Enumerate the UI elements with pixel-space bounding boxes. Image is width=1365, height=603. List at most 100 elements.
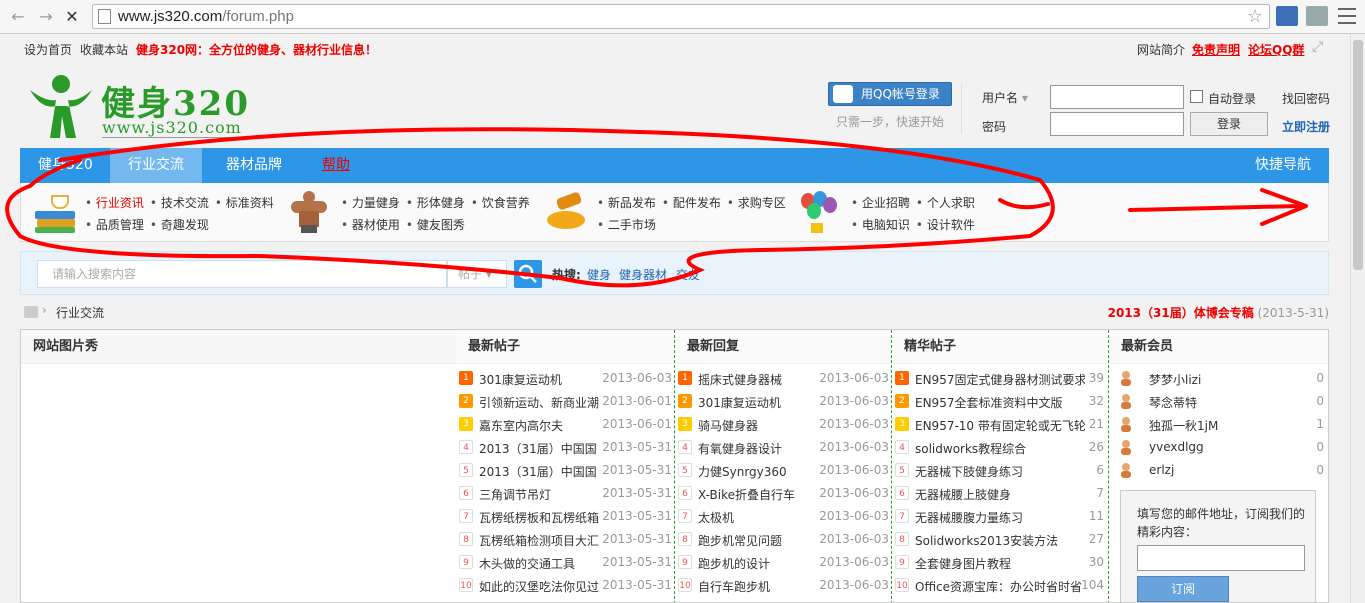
breadcrumb-current[interactable]: 行业交流 xyxy=(56,304,104,321)
stop-icon[interactable]: ✕ xyxy=(62,7,82,27)
list-item[interactable]: 10 Office资源宝库：办公时省时省 104 xyxy=(892,574,1108,597)
subnav-link[interactable]: 个人求职 xyxy=(916,196,975,210)
member-item[interactable]: erlzj 0 xyxy=(1109,459,1328,482)
username-input[interactable] xyxy=(1050,85,1184,109)
subnav-link[interactable]: 新品发布 xyxy=(597,196,656,210)
list-item[interactable]: 10 自行车跑步机 2013-06-03 xyxy=(675,574,891,597)
nav-help[interactable]: 帮助 xyxy=(304,148,368,183)
subnav-link[interactable]: 奇趣发现 xyxy=(150,218,209,232)
quick-nav[interactable]: 快捷导航 xyxy=(1255,148,1311,183)
item-title[interactable]: 骑马健身器 xyxy=(698,417,822,434)
item-title[interactable]: 2013（31届）中国国 xyxy=(479,440,603,457)
subnav-link[interactable]: 标准资料 xyxy=(215,196,274,210)
item-title[interactable]: 木头做的交通工具 xyxy=(479,555,603,572)
item-title[interactable]: 瓦楞纸楞板和瓦楞纸箱 xyxy=(479,509,603,526)
item-title[interactable]: 301康复运动机 xyxy=(479,371,603,388)
translate-icon[interactable] xyxy=(1306,6,1328,26)
member-name[interactable]: yvexdlgg xyxy=(1149,440,1204,454)
nav-home[interactable]: 健身320 xyxy=(20,148,111,183)
item-title[interactable]: 如此的汉堡吃法你见过 xyxy=(479,578,603,595)
item-title[interactable]: 无器械下肢健身练习 xyxy=(915,463,1085,480)
list-item[interactable]: 7 瓦楞纸楞板和瓦楞纸箱 2013-05-31 xyxy=(456,505,674,528)
item-title[interactable]: 力健Synrgy360 xyxy=(698,463,822,480)
subnav-link[interactable]: 电脑知识 xyxy=(851,218,910,232)
list-item[interactable]: 4 solidworks教程综合 26 xyxy=(892,436,1108,459)
back-icon[interactable]: ← xyxy=(8,7,28,27)
disclaimer-link[interactable]: 免责声明 xyxy=(1192,41,1240,58)
list-item[interactable]: 4 有氧健身器设计 2013-06-03 xyxy=(675,436,891,459)
item-title[interactable]: 全套健身图片教程 xyxy=(915,555,1085,572)
item-title[interactable]: X-Bike折叠自行车 xyxy=(698,486,822,503)
subnav-link[interactable]: 企业招聘 xyxy=(851,196,910,210)
item-title[interactable]: EN957固定式健身器材测试要求 xyxy=(915,371,1085,388)
list-item[interactable]: 8 瓦楞纸箱检测项目大汇 2013-05-31 xyxy=(456,528,674,551)
search-button[interactable] xyxy=(514,260,542,288)
list-item[interactable]: 5 力健Synrgy360 2013-06-03 xyxy=(675,459,891,482)
set-home-link[interactable]: 设为首页 xyxy=(24,41,72,58)
item-title[interactable]: 瓦楞纸箱检测项目大汇 xyxy=(479,532,603,549)
list-item[interactable]: 10 如此的汉堡吃法你见过 2013-05-31 xyxy=(456,574,674,597)
subscribe-button[interactable]: 订阅 xyxy=(1137,576,1229,602)
list-item[interactable]: 5 无器械下肢健身练习 6 xyxy=(892,459,1108,482)
list-item[interactable]: 6 X-Bike折叠自行车 2013-06-03 xyxy=(675,482,891,505)
item-title[interactable]: 2013（31届）中国国 xyxy=(479,463,603,480)
hot-search-link[interactable]: 交友 xyxy=(676,266,700,283)
list-item[interactable]: 1 EN957固定式健身器材测试要求 39 xyxy=(892,367,1108,390)
list-item[interactable]: 2 301康复运动机 2013-06-03 xyxy=(675,390,891,413)
list-item[interactable]: 1 摇床式健身器械 2013-06-03 xyxy=(675,367,891,390)
list-item[interactable]: 8 Solidworks2013安装方法 27 xyxy=(892,528,1108,551)
bookmark-star-icon[interactable]: ☆ xyxy=(1247,6,1263,27)
subnav-link[interactable]: 力量健身 xyxy=(341,196,400,210)
hot-search-link[interactable]: 健身 xyxy=(587,266,611,283)
item-title[interactable]: 摇床式健身器械 xyxy=(698,371,822,388)
list-item[interactable]: 7 无器械腰腹力量练习 11 xyxy=(892,505,1108,528)
subnav-link[interactable]: 健友图秀 xyxy=(406,218,465,232)
list-item[interactable]: 8 跑步机常见问题 2013-06-03 xyxy=(675,528,891,551)
list-item[interactable]: 2 引领新运动、新商业潮 2013-06-01 xyxy=(456,390,674,413)
item-title[interactable]: EN957全套标准资料中文版 xyxy=(915,394,1085,411)
list-item[interactable]: 3 EN957-10 带有固定轮或无飞轮 21 xyxy=(892,413,1108,436)
qq-group-link[interactable]: 论坛QQ群 xyxy=(1248,41,1304,58)
subnav-link[interactable]: 饮食营养 xyxy=(471,196,530,210)
list-item[interactable]: 2 EN957全套标准资料中文版 32 xyxy=(892,390,1108,413)
home-icon[interactable] xyxy=(24,306,38,318)
item-title[interactable]: 三角调节吊灯 xyxy=(479,486,603,503)
search-input[interactable]: 请输入搜索内容 xyxy=(37,260,447,288)
password-input[interactable] xyxy=(1050,112,1184,136)
item-title[interactable]: 太极机 xyxy=(698,509,822,526)
item-title[interactable]: EN957-10 带有固定轮或无飞轮 xyxy=(915,417,1085,434)
list-item[interactable]: 9 全套健身图片教程 30 xyxy=(892,551,1108,574)
list-item[interactable]: 6 三角调节吊灯 2013-05-31 xyxy=(456,482,674,505)
subnav-link[interactable]: 行业资讯 xyxy=(85,196,144,210)
page-scrollbar[interactable] xyxy=(1350,34,1365,603)
subnav-link[interactable]: 配件发布 xyxy=(662,196,721,210)
item-title[interactable]: 跑步机常见问题 xyxy=(698,532,822,549)
member-name[interactable]: 独孤一秋1jM xyxy=(1149,417,1218,434)
item-title[interactable]: 有氧健身器设计 xyxy=(698,440,822,457)
scrollbar-thumb[interactable] xyxy=(1353,40,1363,270)
address-bar[interactable]: www.js320.com/forum.php ☆ xyxy=(92,4,1270,29)
forgot-password-link[interactable]: 找回密码 xyxy=(1282,90,1330,107)
forward-icon[interactable]: → xyxy=(36,7,56,27)
list-item[interactable]: 6 无器械腰上肢健身 7 xyxy=(892,482,1108,505)
member-item[interactable]: 梦梦小lizi 0 xyxy=(1109,367,1328,390)
subnav-link[interactable]: 品质管理 xyxy=(85,218,144,232)
member-item[interactable]: 独孤一秋1jM 1 xyxy=(1109,413,1328,436)
register-link[interactable]: 立即注册 xyxy=(1282,118,1330,135)
site-intro-link[interactable]: 网站简介 xyxy=(1137,41,1185,58)
site-logo[interactable]: 健身320 www.js320.com xyxy=(26,72,256,142)
member-item[interactable]: 琴念蒂特 0 xyxy=(1109,390,1328,413)
item-title[interactable]: 301康复运动机 xyxy=(698,394,822,411)
item-title[interactable]: Office资源宝库：办公时省时省 xyxy=(915,578,1085,595)
member-name[interactable]: 琴念蒂特 xyxy=(1149,394,1197,411)
search-type-select[interactable]: 帖子 ▾ xyxy=(447,260,507,288)
list-item[interactable]: 3 嘉东室内高尔夫 2013-06-01 xyxy=(456,413,674,436)
extension-icon[interactable] xyxy=(1276,6,1298,26)
auto-login-checkbox[interactable] xyxy=(1190,90,1203,103)
subnav-link[interactable]: 器材使用 xyxy=(341,218,400,232)
bookmark-link[interactable]: 收藏本站 xyxy=(80,41,128,58)
item-title[interactable]: solidworks教程综合 xyxy=(915,440,1085,457)
list-item[interactable]: 5 2013（31届）中国国 2013-05-31 xyxy=(456,459,674,482)
nav-industry[interactable]: 行业交流 xyxy=(110,148,202,183)
item-title[interactable]: Solidworks2013安装方法 xyxy=(915,532,1085,549)
